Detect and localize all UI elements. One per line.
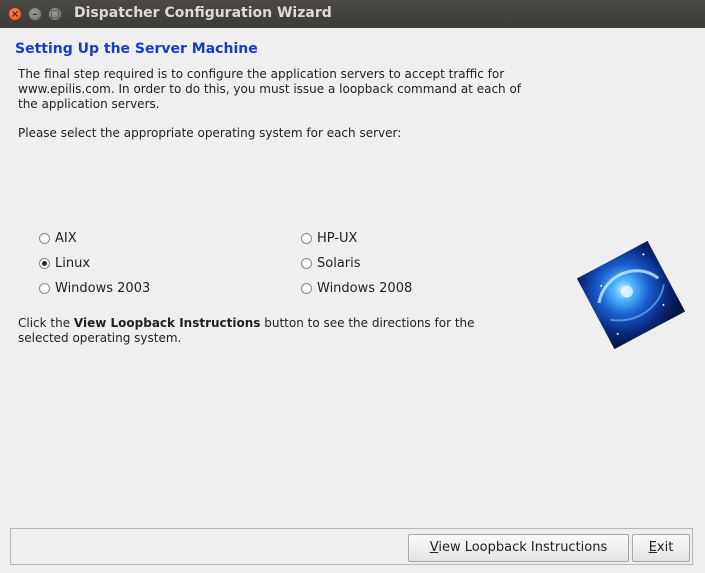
view-button-label: iew Loopback Instructions: [438, 540, 608, 555]
radio-windows-2008-circle[interactable]: [301, 283, 312, 294]
window-title: Dispatcher Configuration Wizard: [74, 5, 332, 21]
exit-button[interactable]: Exit: [632, 534, 690, 562]
galaxy-image: [576, 240, 686, 350]
wizard-window: × – □ Dispatcher Configuration Wizard Se…: [0, 0, 705, 573]
instructions-button-ref: View Loopback Instructions: [73, 316, 261, 330]
radio-aix-label[interactable]: AIX: [55, 231, 77, 246]
instructions-prefix: Click the: [18, 316, 74, 330]
radio-aix[interactable]: AIX: [39, 231, 77, 246]
radio-windows-2008-label[interactable]: Windows 2008: [317, 281, 412, 296]
radio-linux-circle[interactable]: [39, 258, 50, 269]
radio-hpux-label[interactable]: HP-UX: [317, 231, 357, 246]
radio-aix-circle[interactable]: [39, 233, 50, 244]
intro-text: The final step required is to configure …: [18, 67, 522, 111]
radio-linux[interactable]: Linux: [39, 256, 90, 271]
radio-linux-label[interactable]: Linux: [55, 256, 90, 271]
radio-solaris-label[interactable]: Solaris: [317, 256, 361, 271]
radio-solaris[interactable]: Solaris: [301, 256, 361, 271]
radio-hpux-circle[interactable]: [301, 233, 312, 244]
select-prompt: Please select the appropriate operating …: [18, 126, 402, 140]
exit-button-label: xit: [656, 540, 674, 555]
radio-windows-2003[interactable]: Windows 2003: [39, 281, 150, 296]
title-bar[interactable]: × – □ Dispatcher Configuration Wizard: [0, 0, 705, 28]
radio-windows-2003-label[interactable]: Windows 2003: [55, 281, 150, 296]
radio-windows-2008[interactable]: Windows 2008: [301, 281, 412, 296]
radio-windows-2003-circle[interactable]: [39, 283, 50, 294]
view-loopback-instructions-button[interactable]: View Loopback Instructions: [408, 534, 629, 562]
instructions-text: Click the View Loopback Instructions but…: [18, 316, 518, 346]
maximize-window-button[interactable]: □: [48, 7, 62, 21]
radio-solaris-circle[interactable]: [301, 258, 312, 269]
page-heading: Setting Up the Server Machine: [15, 41, 258, 57]
exit-button-mnemonic: E: [648, 540, 657, 555]
minimize-window-button[interactable]: –: [28, 7, 42, 21]
close-window-button[interactable]: ×: [8, 7, 22, 21]
radio-hpux[interactable]: HP-UX: [301, 231, 357, 246]
